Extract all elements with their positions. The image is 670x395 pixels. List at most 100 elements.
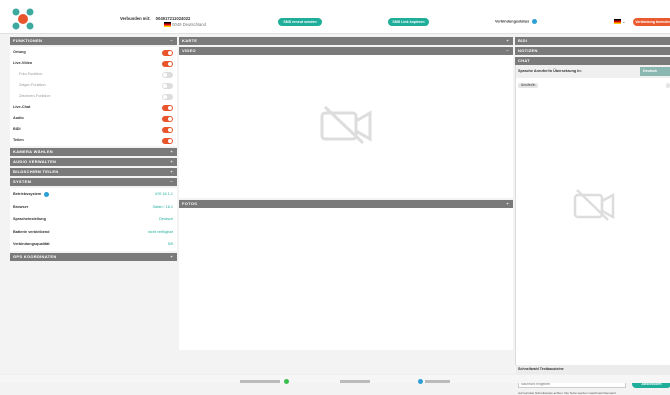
expand-icon: + <box>506 201 509 206</box>
system-value: Deutsch <box>159 217 173 221</box>
toggle-switch[interactable] <box>162 138 173 144</box>
function-row: Live-Video <box>10 58 177 69</box>
video-off-icon <box>573 189 615 221</box>
screen-share-header[interactable]: BILDSCHIRM TEILEN + <box>10 168 177 176</box>
function-row: Zeiger-Funktion <box>10 80 177 91</box>
collapse-icon: − <box>506 48 509 53</box>
audio-header[interactable]: AUDIO VERWALTEN + <box>10 158 177 166</box>
bidi-header[interactable]: BIDI <box>515 37 670 45</box>
collapse-icon: − <box>170 179 173 184</box>
video-area <box>179 55 513 198</box>
toggle-switch[interactable] <box>162 61 173 67</box>
function-row: Foto-Funktion <box>10 69 177 80</box>
photos-header[interactable]: FOTOS + <box>179 200 513 208</box>
function-label: Audio <box>13 116 24 120</box>
toggle-switch[interactable] <box>162 127 173 133</box>
expand-icon: + <box>170 149 173 154</box>
chat-message-sender: Anrufer/in <box>518 83 539 88</box>
function-label: Ortung <box>13 50 26 54</box>
system-label: Batterie verbleibend <box>13 229 50 234</box>
photos-area <box>179 208 513 350</box>
system-header[interactable]: SYSTEM − <box>10 178 177 186</box>
notes-header[interactable]: NOTIZEN <box>515 47 670 55</box>
chat-title: CHAT <box>518 58 531 63</box>
toggle-switch[interactable] <box>162 50 173 56</box>
chat-message-bubble <box>666 83 670 88</box>
expand-icon: + <box>170 253 173 259</box>
gps-header[interactable]: GPS KOORDINATEN + <box>10 252 177 261</box>
expand-icon: + <box>170 169 173 174</box>
middle-column: KARTE + VIDEO − FOTOS + <box>179 37 513 350</box>
app-logo <box>12 8 34 30</box>
chat-header[interactable]: CHAT <box>515 57 670 65</box>
function-label: Zeichnen-Funktion <box>19 94 51 98</box>
translation-language-row: Sprache Anrufer/in Übersetzung in: Deuts… <box>516 65 670 78</box>
system-row: Browser Safari / 16.1 <box>10 200 177 213</box>
connection-status-label: Verbindungsstatus <box>495 19 530 24</box>
chevron-down-icon: ⌄ <box>622 19 626 24</box>
audio-title: AUDIO VERWALTEN <box>13 159 57 164</box>
right-column: BIDI NOTIZEN CHAT Sprache Anrufer/in Übe… <box>515 37 670 395</box>
camera-header[interactable]: KAMERA WÄHLEN + <box>10 148 177 156</box>
phone-number: 004917211024022 <box>155 16 191 21</box>
functions-title: FUNKTIONEN <box>13 38 43 43</box>
screen-share-title: BILDSCHIRM TEILEN <box>13 169 59 174</box>
function-label: BIDI <box>13 127 21 131</box>
function-row: Ortung <box>10 47 177 58</box>
function-row: Live-Chat <box>10 102 177 113</box>
video-title: VIDEO <box>182 48 196 53</box>
system-label: Betriebssystem <box>13 192 42 196</box>
function-label: Teilen <box>13 138 24 142</box>
system-label: Browser <box>13 204 29 209</box>
notes-title: NOTIZEN <box>518 48 538 53</box>
function-label: Live-Video <box>13 61 33 65</box>
function-label: Zeiger-Funktion <box>19 83 46 87</box>
check-icon <box>44 191 50 197</box>
system-value: 5/5 <box>167 242 173 246</box>
connection-info: Verbunden mit: 004917211024022 0049 Deut… <box>120 16 206 28</box>
function-row: Teilen <box>10 135 177 146</box>
germany-flag-icon <box>164 22 171 28</box>
system-value: nicht verfügbar <box>147 229 173 234</box>
system-row: Verbindungsqualität 5/5 <box>10 238 177 251</box>
toggle-switch[interactable] <box>162 94 173 100</box>
video-header[interactable]: VIDEO − <box>179 47 513 55</box>
end-call-button[interactable]: Verbindung beenden <box>633 18 670 26</box>
country: 0049 Deutschland <box>164 22 206 28</box>
connected-label: Verbunden mit: <box>120 16 151 21</box>
translation-language-select[interactable]: Deutsch <box>640 67 670 76</box>
gps-title: GPS KOORDINATEN <box>13 253 57 259</box>
translation-language-label: Sprache Anrufer/in Übersetzung in: <box>518 69 582 73</box>
system-value: iOS 16.1.1 <box>155 192 173 196</box>
expand-icon: + <box>170 159 173 164</box>
system-label: Spracheinstellung <box>13 217 46 221</box>
check-icon <box>532 19 538 24</box>
toggle-switch[interactable] <box>162 72 173 78</box>
system-title: SYSTEM <box>13 179 32 184</box>
connection-status: Verbindungsstatus <box>495 19 538 24</box>
translation-hint: Auf korrekte Schreibweise achten. Die Te… <box>518 391 617 395</box>
system-row: Betriebssystem iOS 16.1.1 <box>10 188 177 201</box>
toggle-switch[interactable] <box>162 83 173 89</box>
status-dot-icon <box>284 379 289 384</box>
photos-title: FOTOS <box>182 201 198 206</box>
toggle-switch[interactable] <box>162 105 173 111</box>
system-value: Safari / 16.1 <box>152 204 173 209</box>
functions-header[interactable]: FUNKTIONEN − <box>10 37 177 45</box>
collapse-icon: − <box>170 38 173 43</box>
function-row: BIDI <box>10 124 177 135</box>
left-column: FUNKTIONEN − Ortung Live-Video Foto-Funkt… <box>10 37 177 263</box>
video-off-icon <box>320 105 372 145</box>
function-row: Audio <box>10 113 177 124</box>
quick-texts-header[interactable]: Schnellwahl Textbausteine <box>516 365 670 374</box>
top-bar: Verbunden mit: 004917211024022 0049 Deut… <box>0 0 670 34</box>
germany-flag-icon <box>614 19 621 25</box>
toggle-switch[interactable] <box>162 116 173 122</box>
map-header[interactable]: KARTE + <box>179 37 513 45</box>
sms-resend-button[interactable]: SMS erneut senden <box>278 18 322 26</box>
sms-copy-link-button[interactable]: SMS Link kopieren <box>388 18 429 26</box>
bidi-title: BIDI <box>518 38 528 43</box>
language-selector[interactable]: ⌄ <box>614 19 626 25</box>
map-title: KARTE <box>182 38 198 43</box>
expand-icon: + <box>506 38 509 43</box>
